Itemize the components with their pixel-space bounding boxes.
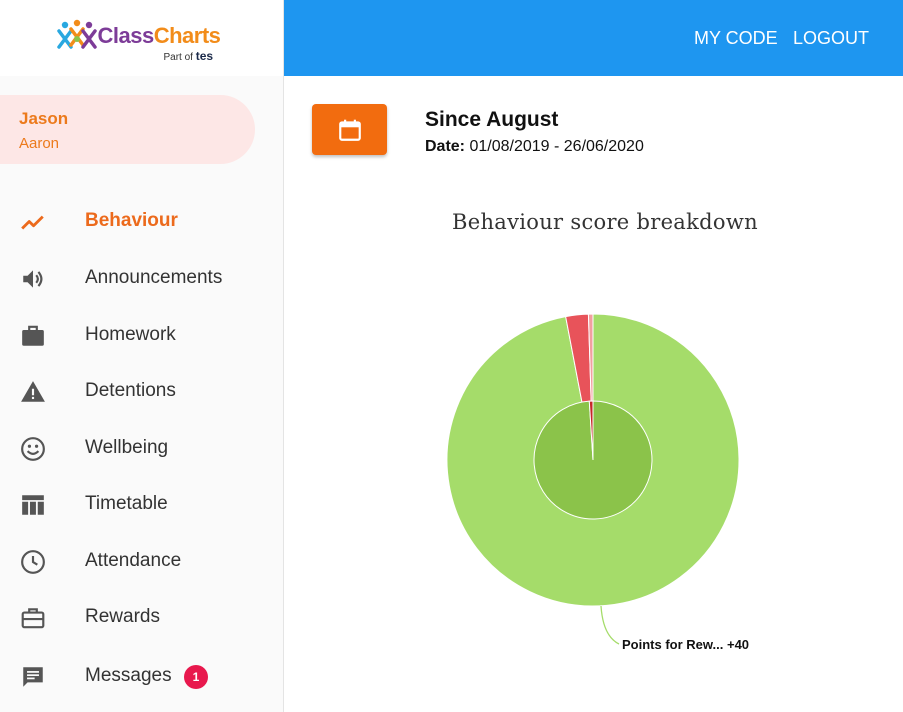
trending-up-icon xyxy=(20,209,46,235)
nav-label: Attendance xyxy=(85,550,182,571)
range-title: Since August xyxy=(425,108,559,131)
nav-item-announcements[interactable]: Announcements xyxy=(0,253,283,303)
nav-item-timetable[interactable]: Timetable xyxy=(0,479,283,529)
logo-tagline: Part of tes xyxy=(163,49,214,63)
table-icon xyxy=(20,492,46,518)
briefcase-icon xyxy=(20,323,46,349)
nav-label: Timetable xyxy=(85,493,168,514)
nav-label: Behaviour xyxy=(85,210,178,231)
nav-item-detentions[interactable]: Detentions xyxy=(0,366,283,416)
nav-label: Homework xyxy=(85,324,176,345)
student-first-name: Jason xyxy=(19,109,69,128)
label-connector xyxy=(600,605,620,645)
chat-icon xyxy=(20,664,46,690)
nav-item-homework[interactable]: Homework xyxy=(0,310,283,360)
nav-item-wellbeing[interactable]: Wellbeing xyxy=(0,423,283,473)
student-card[interactable]: Jason Aaron xyxy=(0,95,255,164)
nav-label: Messages xyxy=(85,665,172,686)
nav-item-rewards[interactable]: Rewards xyxy=(0,592,283,642)
smiley-icon xyxy=(20,436,46,462)
top-bar: MY CODE LOGOUT xyxy=(284,0,903,76)
nav-item-behaviour[interactable]: Behaviour xyxy=(0,196,283,246)
range-date: Date: 01/08/2019 - 26/06/2020 xyxy=(425,138,644,155)
nav-label: Rewards xyxy=(85,606,160,627)
slice-data-label: Points for Rew... +40 xyxy=(622,637,749,652)
behaviour-chart: Points for Rew... +40 xyxy=(446,313,749,652)
date-range-button[interactable] xyxy=(312,104,387,155)
warning-icon xyxy=(20,379,46,405)
nav-item-attendance[interactable]: Attendance xyxy=(0,536,283,586)
logout-link[interactable]: LOGOUT xyxy=(793,28,869,49)
nav-label: Announcements xyxy=(85,267,223,288)
speaker-icon xyxy=(20,266,46,292)
calendar-icon xyxy=(338,119,361,141)
nav-item-messages[interactable]: Messages 1 xyxy=(0,651,283,701)
clock-icon xyxy=(20,549,46,575)
toolbox-icon xyxy=(20,605,46,631)
student-last-name: Aaron xyxy=(19,135,60,152)
my-code-link[interactable]: MY CODE xyxy=(694,28,778,49)
nav-label: Detentions xyxy=(85,380,176,401)
logo-wordmark: ClassCharts xyxy=(97,23,221,48)
logo: ClassCharts Part of tes xyxy=(0,0,283,76)
nav-label: Wellbeing xyxy=(85,437,169,458)
chart-title: Behaviour score breakdown xyxy=(452,210,758,234)
sidebar: ClassCharts Part of tes Jason Aaron Beha… xyxy=(0,0,284,712)
unread-badge: 1 xyxy=(184,665,208,689)
classcharts-logo-icon xyxy=(56,19,97,49)
